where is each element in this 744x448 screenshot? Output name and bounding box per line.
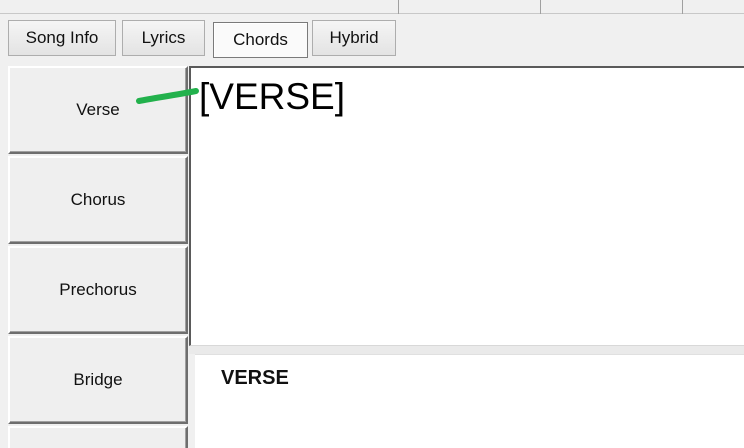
panel-separator <box>189 346 744 354</box>
section-button-list: Verse Chorus Prechorus Bridge <box>8 66 190 448</box>
toolbar-divider <box>682 0 683 14</box>
toolbar-divider <box>540 0 541 14</box>
section-button-chorus[interactable]: Chorus <box>8 156 188 244</box>
tab-chords[interactable]: Chords <box>213 22 308 58</box>
tab-lyrics[interactable]: Lyrics <box>122 20 205 56</box>
section-button-prechorus[interactable]: Prechorus <box>8 246 188 334</box>
section-button-verse[interactable]: Verse <box>8 66 188 154</box>
song-editor-window: Song Info Lyrics Chords Hybrid Verse Cho… <box>0 0 744 448</box>
tab-song-info[interactable]: Song Info <box>8 20 116 56</box>
editor-text: [VERSE] <box>199 76 345 117</box>
lyrics-editor[interactable]: [VERSE] <box>189 66 744 346</box>
section-button-next[interactable] <box>8 426 188 448</box>
preview-section-heading: VERSE <box>221 367 289 389</box>
section-button-bridge[interactable]: Bridge <box>8 336 188 424</box>
top-toolbar-strip <box>0 0 744 14</box>
tab-hybrid[interactable]: Hybrid <box>312 20 396 56</box>
preview-panel: VERSE <box>195 354 744 448</box>
toolbar-divider <box>398 0 399 14</box>
